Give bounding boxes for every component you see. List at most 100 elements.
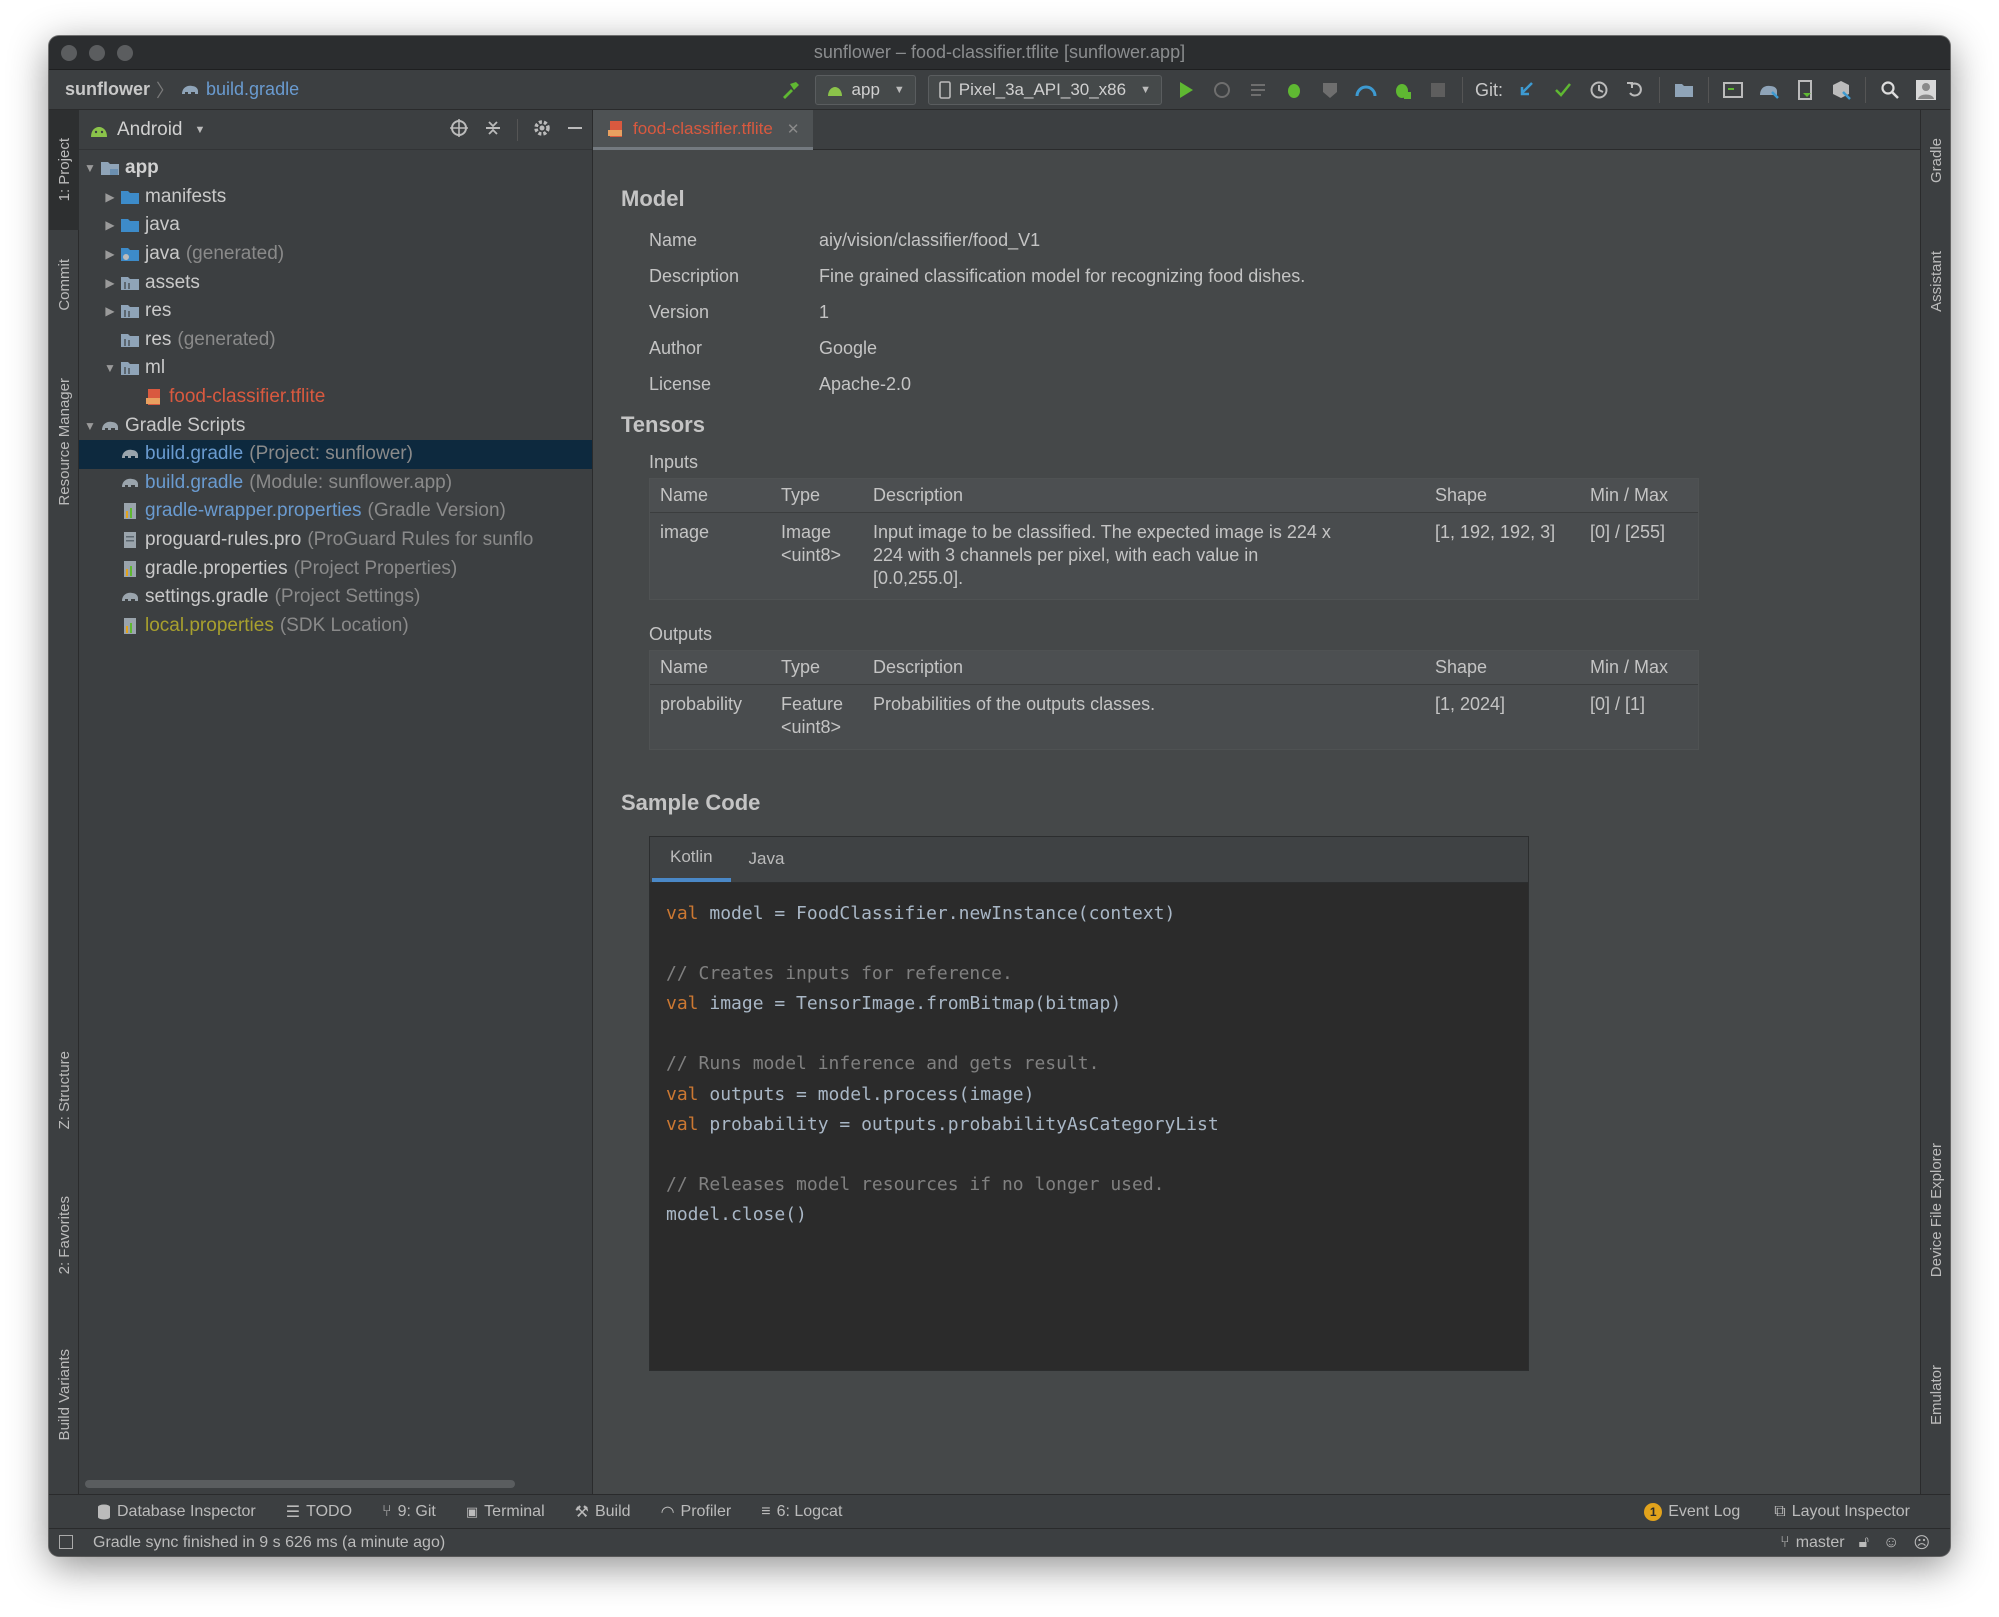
user-account-icon[interactable] bbox=[1914, 78, 1938, 102]
tool-logcat[interactable]: ≡ 6: Logcat bbox=[761, 1503, 842, 1521]
expanded-arrow-icon[interactable]: ▼ bbox=[81, 161, 99, 175]
tool-tab-structure[interactable]: Z: Structure bbox=[49, 1030, 79, 1150]
tree-node-ml[interactable]: ▼ ml bbox=[79, 354, 592, 383]
git-rollback-icon[interactable] bbox=[1623, 78, 1647, 102]
tree-node-gradle-wrapper[interactable]: gradle-wrapper.properties (Gradle Versio… bbox=[79, 497, 592, 526]
tree-label: res bbox=[145, 300, 172, 322]
debug-icon[interactable] bbox=[1282, 78, 1306, 102]
tool-layout-inspector[interactable]: ⧉ Layout Inspector bbox=[1774, 1503, 1910, 1521]
tree-node-local-properties[interactable]: local.properties (SDK Location) bbox=[79, 612, 592, 641]
tool-terminal[interactable]: ▣ Terminal bbox=[466, 1503, 545, 1521]
tool-tab-build-variants[interactable]: Build Variants bbox=[49, 1320, 79, 1470]
tree-node-app[interactable]: ▼ app bbox=[79, 154, 592, 183]
expanded-arrow-icon[interactable]: ▼ bbox=[81, 419, 99, 433]
collapsed-arrow-icon[interactable]: ▶ bbox=[101, 218, 119, 232]
hide-panel-minus-icon[interactable] bbox=[566, 118, 584, 143]
device-select[interactable]: Pixel_3a_API_30_x86 ▼ bbox=[927, 75, 1162, 105]
inspector-face-icon[interactable]: ☺ bbox=[1883, 1534, 1899, 1552]
tool-todo[interactable]: ☰ TODO bbox=[286, 1502, 352, 1522]
tree-node-java[interactable]: ▶ java bbox=[79, 211, 592, 240]
close-tab-icon[interactable]: ✕ bbox=[787, 120, 800, 138]
lock-icon[interactable]: 🔓︎ bbox=[1859, 1534, 1869, 1552]
panel-separator bbox=[517, 119, 518, 141]
project-view-select[interactable]: Android bbox=[117, 119, 183, 141]
tool-profiler[interactable]: ◠ Profiler bbox=[661, 1502, 732, 1522]
tree-node-res-generated[interactable]: res (generated) bbox=[79, 326, 592, 355]
tool-tab-assistant[interactable]: Assistant bbox=[1921, 226, 1950, 336]
bottom-tools-right: 1 Event Log ⧉ Layout Inspector bbox=[1644, 1495, 1910, 1529]
sync-gradle-icon[interactable] bbox=[1757, 78, 1781, 102]
locate-crosshair-icon[interactable] bbox=[449, 118, 469, 143]
apply-changes-icon[interactable] bbox=[1210, 78, 1234, 102]
tree-label-detail: (Project Settings) bbox=[274, 586, 421, 608]
tool-database-inspector[interactable]: Database Inspector bbox=[97, 1503, 256, 1521]
resource-manager-cube-icon[interactable] bbox=[1829, 78, 1853, 102]
tflite-file-icon bbox=[608, 120, 622, 137]
git-update-icon[interactable] bbox=[1515, 78, 1539, 102]
search-icon[interactable] bbox=[1878, 78, 1902, 102]
collapsed-arrow-icon[interactable]: ▶ bbox=[101, 247, 119, 261]
tree-node-proguard[interactable]: proguard-rules.pro (ProGuard Rules for s… bbox=[79, 526, 592, 555]
tensor-description: 224 with 3 channels per pixel, with each… bbox=[873, 545, 1259, 565]
close-window-button[interactable] bbox=[61, 45, 77, 61]
code-block[interactable]: val model = FoodClassifier.newInstance(c… bbox=[650, 883, 1528, 1370]
properties-file-icon bbox=[119, 617, 141, 635]
horizontal-scrollbar[interactable] bbox=[85, 1480, 515, 1488]
tree-node-build-gradle-project[interactable]: build.gradle (Project: sunflower) bbox=[79, 439, 592, 469]
tree-node-gradle-properties[interactable]: gradle.properties (Project Properties) bbox=[79, 554, 592, 583]
avd-manager-icon[interactable] bbox=[1721, 78, 1745, 102]
tool-tab-project[interactable]: 1: Project bbox=[49, 110, 79, 230]
attach-debugger-icon[interactable] bbox=[1390, 78, 1414, 102]
tool-git[interactable]: ⑂ 9: Git bbox=[382, 1503, 436, 1521]
sdk-manager-icon[interactable] bbox=[1793, 78, 1817, 102]
tool-tab-emulator[interactable]: Emulator bbox=[1921, 1340, 1950, 1450]
breadcrumb-file[interactable]: build.gradle bbox=[180, 79, 299, 100]
tree-node-manifests[interactable]: ▶ manifests bbox=[79, 183, 592, 212]
make-project-hammer-icon[interactable] bbox=[779, 78, 803, 102]
collapse-all-icon[interactable] bbox=[483, 118, 503, 143]
folder-icon bbox=[119, 188, 141, 206]
stop-icon[interactable] bbox=[1426, 78, 1450, 102]
run-icon[interactable] bbox=[1174, 78, 1198, 102]
git-history-clock-icon[interactable] bbox=[1587, 78, 1611, 102]
breadcrumb-project[interactable]: sunflower bbox=[65, 79, 150, 100]
tree-node-gradle-scripts[interactable]: ▼ Gradle Scripts bbox=[79, 411, 592, 440]
tree-node-assets[interactable]: ▶ assets bbox=[79, 268, 592, 297]
tool-tab-device-file-explorer[interactable]: Device File Explorer bbox=[1921, 1110, 1950, 1310]
expanded-arrow-icon[interactable]: ▼ bbox=[101, 361, 119, 375]
editor-tab-tflite[interactable]: food-classifier.tflite ✕ bbox=[593, 110, 814, 150]
minimize-window-button[interactable] bbox=[89, 45, 105, 61]
status-right: ⑂ master 🔓︎ ☺ ☹ bbox=[1780, 1529, 1930, 1556]
tree-node-settings-gradle[interactable]: settings.gradle (Project Settings) bbox=[79, 583, 592, 612]
tree-node-tflite-file[interactable]: food-classifier.tflite bbox=[79, 383, 592, 412]
tree-node-res[interactable]: ▶ res bbox=[79, 297, 592, 326]
tool-tab-favorites[interactable]: 2: Favorites bbox=[49, 1170, 79, 1300]
coverage-icon[interactable] bbox=[1318, 78, 1342, 102]
gear-icon[interactable] bbox=[532, 118, 552, 143]
collapsed-arrow-icon[interactable]: ▶ bbox=[101, 304, 119, 318]
collapsed-arrow-icon[interactable]: ▶ bbox=[101, 276, 119, 290]
tool-tab-commit[interactable]: Commit bbox=[49, 230, 79, 340]
profile-icon[interactable] bbox=[1354, 78, 1378, 102]
tool-tab-gradle[interactable]: Gradle bbox=[1921, 116, 1950, 206]
zoom-window-button[interactable] bbox=[117, 45, 133, 61]
status-message[interactable]: Gradle sync finished in 9 s 626 ms (a mi… bbox=[93, 1534, 445, 1552]
tree-node-build-gradle-module[interactable]: build.gradle (Module: sunflower.app) bbox=[79, 469, 592, 498]
feedback-face-icon[interactable]: ☹ bbox=[1913, 1533, 1930, 1553]
tab-kotlin[interactable]: Kotlin bbox=[652, 836, 731, 882]
tool-tab-resource-manager[interactable]: Resource Manager bbox=[49, 342, 79, 542]
project-structure-icon[interactable] bbox=[1672, 78, 1696, 102]
tool-event-log[interactable]: 1 Event Log bbox=[1644, 1503, 1740, 1521]
collapsed-arrow-icon[interactable]: ▶ bbox=[101, 190, 119, 204]
tool-build[interactable]: ⚒ Build bbox=[575, 1502, 631, 1522]
git-commit-check-icon[interactable] bbox=[1551, 78, 1575, 102]
toggle-tool-windows-icon[interactable] bbox=[59, 1535, 73, 1549]
chevron-down-icon[interactable]: ▼ bbox=[195, 124, 206, 136]
apply-code-changes-icon[interactable] bbox=[1246, 78, 1270, 102]
git-branch-widget[interactable]: ⑂ master bbox=[1780, 1534, 1845, 1552]
tab-java[interactable]: Java bbox=[731, 836, 803, 882]
run-config-select[interactable]: app ▼ bbox=[814, 75, 916, 105]
tree-label: Gradle Scripts bbox=[125, 414, 246, 436]
tensor-type: Feature bbox=[781, 694, 844, 714]
tree-node-java-generated[interactable]: ▶ java (generated) bbox=[79, 240, 592, 269]
